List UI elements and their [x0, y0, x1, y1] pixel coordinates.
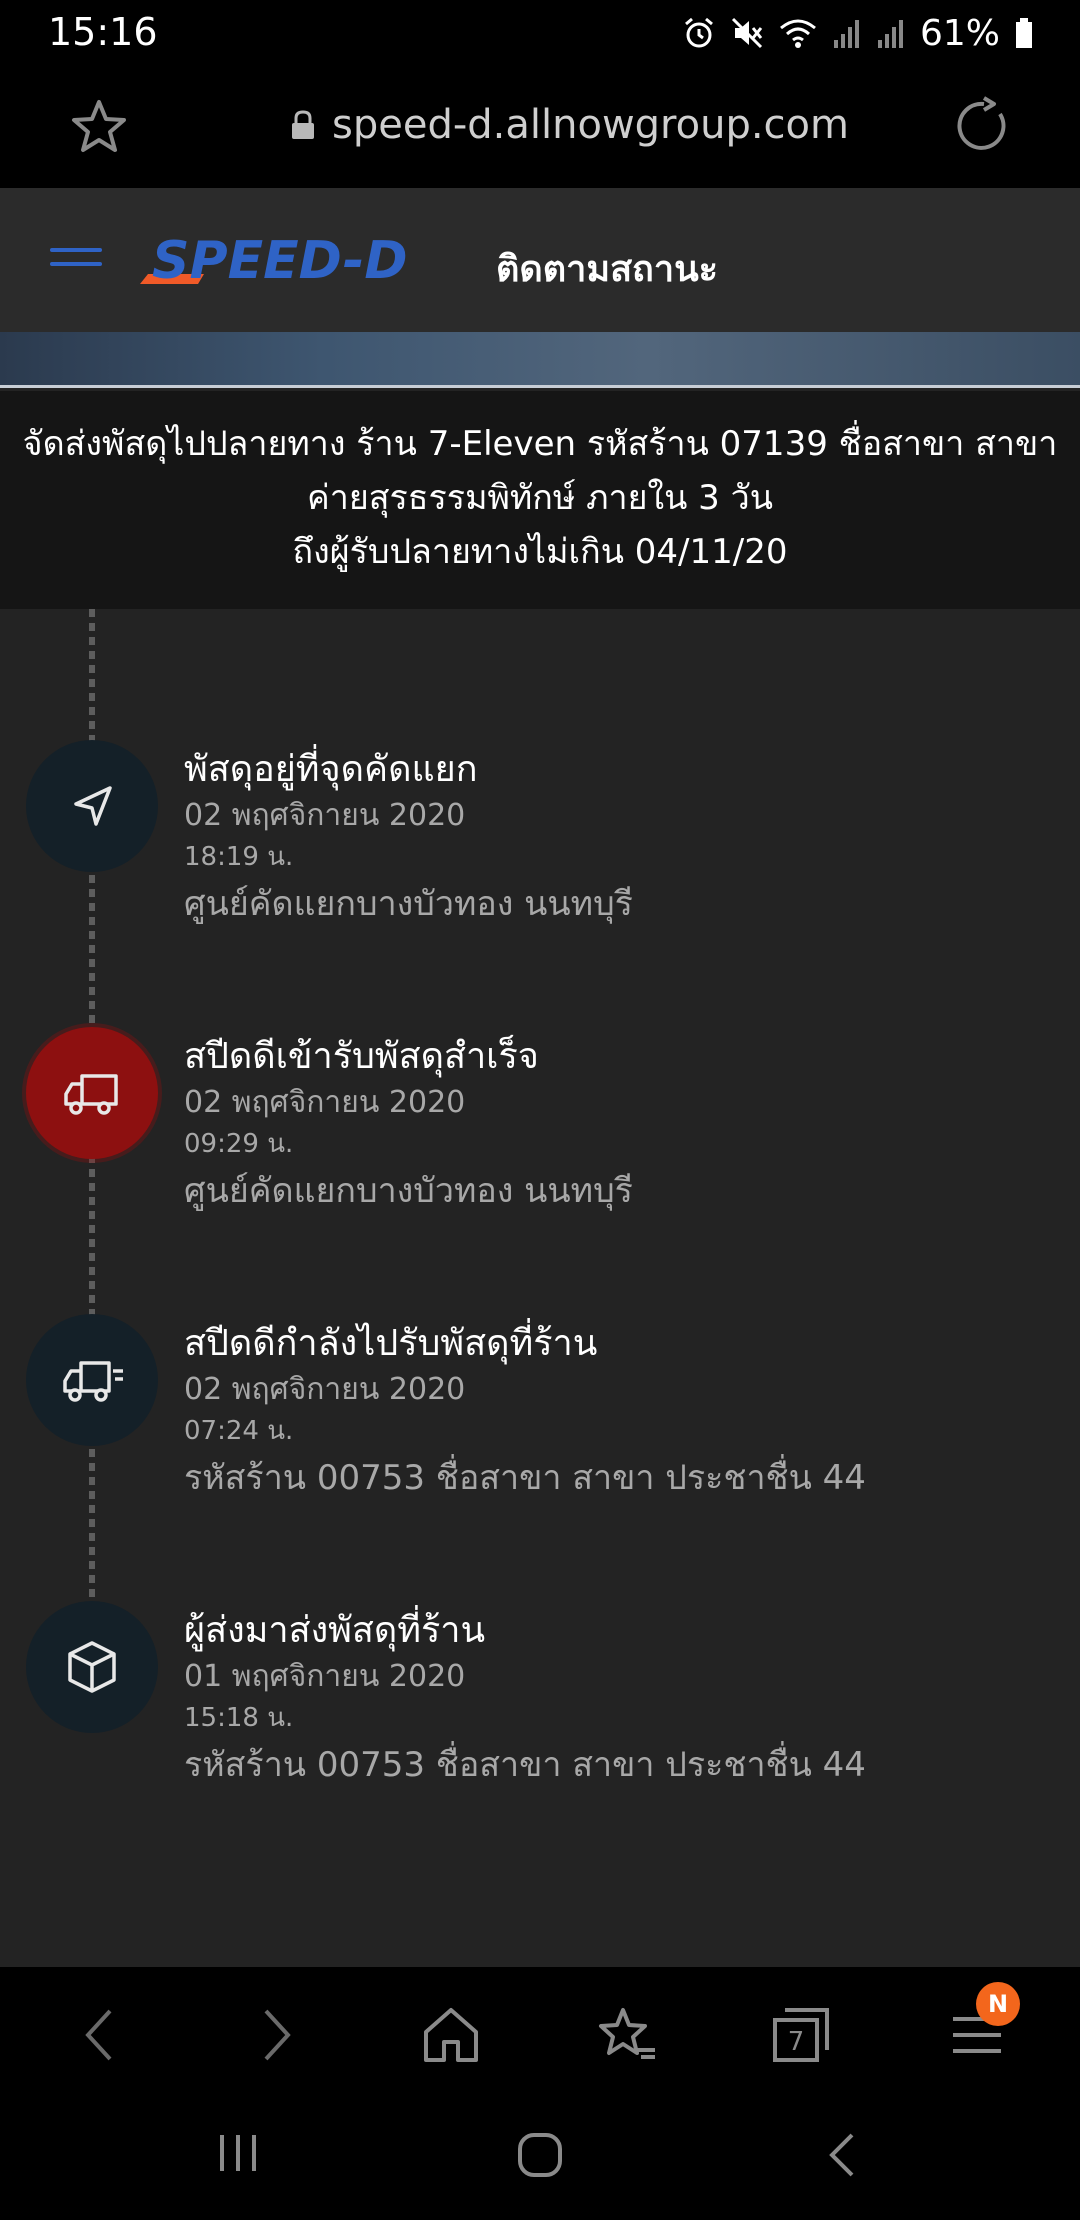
chevron-right-icon	[264, 2009, 291, 2061]
event-date: 02 พฤศจิกายน 2020	[184, 1372, 466, 1407]
navigation-arrow-icon	[74, 786, 112, 826]
event-icon-circle	[26, 1027, 158, 1159]
back-nav-icon[interactable]	[826, 2131, 858, 2179]
bookmarks-button[interactable]	[597, 2005, 657, 2065]
address-field[interactable]: speed-d.allnowgroup.com	[290, 102, 849, 148]
event-place: รหัสร้าน 00753 ชื่อสาขา สาขา ประชาชื่น 4…	[184, 1745, 866, 1785]
event-title: ผู้ส่งมาส่งพัสดุที่ร้าน	[184, 1610, 486, 1651]
event-time: 07:24 น.	[184, 1416, 294, 1446]
delivery-notice: จัดส่งพัสดุไปปลายทาง ร้าน 7-Eleven รหัสร…	[0, 391, 1080, 609]
system-nav-bar	[0, 2093, 1080, 2220]
back-button[interactable]	[70, 2005, 130, 2065]
recent-apps-icon[interactable]	[216, 2131, 260, 2175]
signal-icon	[833, 20, 859, 48]
browser-toolbar: 7 N	[0, 1967, 1080, 2093]
event-time: 09:29 น.	[184, 1129, 294, 1159]
signal-icon	[877, 20, 903, 48]
forward-button[interactable]	[246, 2005, 306, 2065]
event-icon-circle	[26, 1601, 158, 1733]
timeline-event: สปีดดีกำลังไปรับพัสดุที่ร้าน 02 พฤศจิกาย…	[0, 1314, 1080, 1534]
bookmarks-star-icon	[599, 2008, 655, 2059]
chevron-left-icon	[85, 2009, 112, 2061]
notice-line-2: ค่ายสุรธรรมพิทักษ์ ภายใน 3 วัน	[307, 478, 773, 518]
url-text: speed-d.allnowgroup.com	[332, 102, 849, 148]
truck-icon	[64, 1074, 118, 1115]
tabs-icon: 7	[773, 2008, 829, 2062]
home-button[interactable]	[421, 2005, 481, 2065]
battery-percent: 61%	[919, 12, 1000, 54]
timeline-event: พัสดุอยู่ที่จุดคัดแยก 02 พฤศจิกายน 2020 …	[0, 740, 1080, 960]
home-icon	[424, 2008, 478, 2062]
menu-hamburger-icon[interactable]	[50, 248, 102, 276]
event-date: 02 พฤศจิกายน 2020	[184, 1085, 466, 1120]
tab-count: 7	[788, 2027, 805, 2057]
notice-line-3: ถึงผู้รับปลายทางไม่เกิน 04/11/20	[292, 532, 788, 572]
timeline-event: สปีดดีเข้ารับพัสดุสำเร็จ 02 พฤศจิกายน 20…	[0, 1027, 1080, 1247]
event-title: พัสดุอยู่ที่จุดคัดแยก	[184, 749, 478, 790]
event-time: 15:18 น.	[184, 1703, 294, 1733]
tabs-button[interactable]: 7	[771, 2005, 831, 2065]
status-time: 15:16	[48, 10, 158, 54]
event-time: 18:19 น.	[184, 842, 294, 872]
reload-icon[interactable]	[954, 96, 1014, 156]
page-title: ติดตามสถานะ	[496, 249, 719, 290]
speed-d-logo[interactable]: SPEED-D	[138, 230, 418, 290]
timeline-event: ผู้ส่งมาส่งพัสดุที่ร้าน 01 พฤศจิกายน 202…	[0, 1601, 1080, 1821]
event-icon-circle	[26, 740, 158, 872]
notice-line-1: จัดส่งพัสดุไปปลายทาง ร้าน 7-Eleven รหัสร…	[22, 424, 1058, 464]
menu-notification-badge: N	[976, 1982, 1020, 2026]
home-nav-icon[interactable]	[516, 2131, 564, 2179]
browser-url-bar: speed-d.allnowgroup.com	[0, 66, 1080, 188]
site-header: SPEED-D ติดตามสถานะ	[0, 188, 1080, 332]
event-date: 01 พฤศจิกายน 2020	[184, 1659, 466, 1694]
mute-icon	[731, 17, 763, 49]
status-icons: 61%	[682, 10, 1034, 56]
event-title: สปีดดีเข้ารับพัสดุสำเร็จ	[184, 1036, 539, 1077]
alarm-icon	[685, 17, 713, 48]
header-banner-image	[0, 332, 1080, 388]
event-place: รหัสร้าน 00753 ชื่อสาขา สาขา ประชาชื่น 4…	[184, 1458, 866, 1498]
event-place: ศูนย์คัดแยกบางบัวทอง นนทบุรี	[184, 1171, 633, 1211]
event-date: 02 พฤศจิกายน 2020	[184, 798, 466, 833]
event-icon-circle	[26, 1314, 158, 1446]
battery-icon	[1016, 18, 1032, 48]
fast-truck-icon	[63, 1361, 123, 1402]
package-box-icon	[68, 1641, 116, 1693]
lock-icon	[292, 110, 314, 139]
tracking-timeline: พัสดุอยู่ที่จุดคัดแยก 02 พฤศจิกายน 2020 …	[0, 609, 1080, 1967]
bookmark-star-icon[interactable]	[70, 98, 128, 156]
status-bar: 15:16 61%	[0, 0, 1080, 66]
logo-text: SPEED-D	[152, 231, 407, 290]
event-place: ศูนย์คัดแยกบางบัวทอง นนทบุรี	[184, 884, 633, 924]
wifi-icon	[780, 19, 816, 48]
event-title: สปีดดีกำลังไปรับพัสดุที่ร้าน	[184, 1323, 598, 1364]
